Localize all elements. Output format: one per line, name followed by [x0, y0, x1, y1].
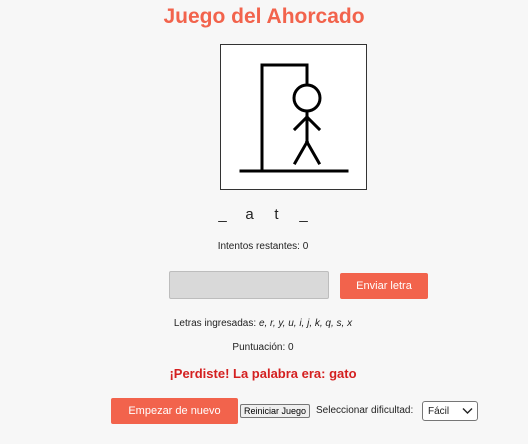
- result-message: ¡Perdiste! La palabra era: gato: [169, 366, 357, 381]
- used-letters-list: e, r, y, u, i, j, k, q, s, x: [258, 318, 353, 329]
- used-letters: Letras ingresadas: e, r, y, u, i, j, k, …: [0, 318, 528, 329]
- attempts-remaining: Intentos restantes: 0: [217, 241, 309, 252]
- difficulty-value: Fácil: [428, 406, 450, 417]
- difficulty-select[interactable]: Fácil: [422, 401, 478, 421]
- hangman-right-arm: [304, 114, 322, 132]
- word-letter: a: [245, 206, 254, 223]
- hangman-page: Juego del Ahorcado _ a t _ Intentos restant…: [0, 0, 528, 444]
- hangman-drawing: [220, 44, 367, 190]
- hangman-head: [292, 83, 322, 113]
- used-letters-label: Letras ingresadas:: [173, 318, 259, 329]
- reset-game-button[interactable]: Reiniciar Juego: [240, 404, 311, 418]
- send-letter-button[interactable]: Enviar letra: [340, 273, 428, 299]
- difficulty-label: Seleccionar dificultad:: [316, 405, 414, 416]
- gallows-figure: [239, 63, 349, 173]
- hangman-left-leg: [292, 139, 310, 166]
- letter-input[interactable]: [169, 271, 329, 299]
- word-letter: _: [218, 206, 227, 223]
- hangman-right-leg: [304, 139, 322, 166]
- page-title: Juego del Ahorcado: [163, 5, 365, 28]
- hidden-word: _ a t _: [0, 206, 528, 223]
- hangman-left-arm: [292, 114, 310, 132]
- word-letter: t: [274, 206, 279, 223]
- chevron-down-icon: [462, 405, 473, 419]
- score: Puntuación: 0: [232, 342, 294, 353]
- start-over-button[interactable]: Empezar de nuevo: [111, 398, 238, 424]
- word-letter: _: [299, 206, 308, 223]
